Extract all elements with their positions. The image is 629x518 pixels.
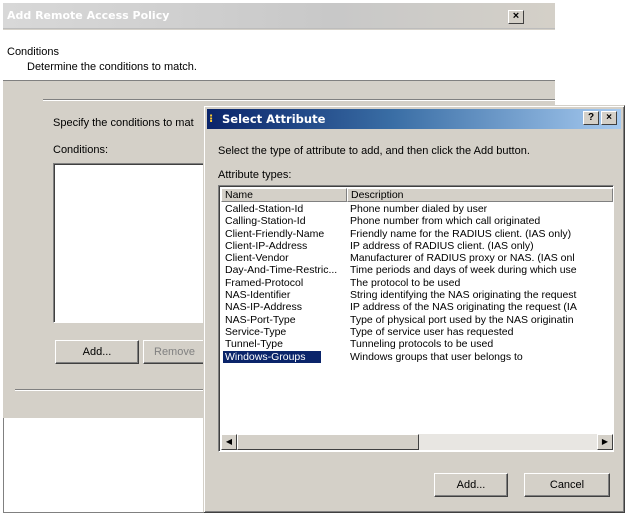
- attribute-name-cell: Calling-Station-Id: [225, 215, 306, 228]
- dialog-app-icon: ⁝: [209, 113, 214, 125]
- attribute-types-label: Attribute types:: [218, 169, 292, 181]
- header-title: Conditions: [7, 46, 59, 58]
- conditions-label: Conditions:: [53, 144, 109, 156]
- table-row[interactable]: Client-IP-Address IP address of RADIUS cl…: [221, 240, 613, 252]
- attribute-description-cell: Time periods and days of week during whi…: [350, 264, 577, 277]
- table-row[interactable]: NAS-Port-Type Type of physical port used …: [221, 314, 613, 326]
- column-header-description[interactable]: Description: [347, 188, 613, 202]
- attribute-name-cell: NAS-IP-Address: [225, 301, 303, 314]
- attribute-description-cell: Type of physical port used by the NAS or…: [350, 313, 574, 326]
- list-rows: Called-Station-Id Phone number dialed by …: [221, 203, 613, 363]
- attribute-types-list[interactable]: Name Description Called-Station-Id Phone …: [218, 185, 614, 452]
- dialog-title: Select Attribute: [222, 112, 326, 126]
- attribute-name-cell: Framed-Protocol: [225, 276, 304, 289]
- attribute-description-cell: IP address of the NAS originating the re…: [350, 301, 577, 314]
- table-row[interactable]: Called-Station-Id Phone number dialed by …: [221, 203, 613, 215]
- table-row[interactable]: Framed-Protocol The protocol to be used: [221, 277, 613, 289]
- attribute-name-cell: Client-Friendly-Name: [225, 227, 325, 240]
- attribute-name-cell: Windows-Groups: [223, 350, 321, 363]
- column-header-name[interactable]: Name: [221, 188, 347, 202]
- conditions-list[interactable]: [53, 163, 213, 323]
- table-row[interactable]: Day-And-Time-Restric... Time periods and …: [221, 264, 613, 276]
- list-header: Name Description: [221, 188, 613, 202]
- attribute-description-cell: Friendly name for the RADIUS client. (IA…: [350, 227, 572, 240]
- attribute-description-cell: The protocol to be used: [350, 276, 461, 289]
- table-row[interactable]: NAS-Identifier String identifying the NAS…: [221, 289, 613, 301]
- attribute-description-cell: Manufacturer of RADIUS proxy or NAS. (IA…: [350, 252, 575, 265]
- wizard-top-divider: [43, 99, 555, 101]
- wizard-add-button[interactable]: Add...: [55, 340, 139, 364]
- help-button[interactable]: ?: [583, 111, 599, 125]
- attribute-description-cell: Tunneling protocols to be used: [350, 338, 494, 351]
- attribute-name-cell: NAS-Identifier: [225, 289, 291, 302]
- specify-conditions-text: Specify the conditions to mat: [53, 117, 194, 129]
- table-row[interactable]: Service-Type Type of service user has req…: [221, 326, 613, 338]
- horizontal-scrollbar[interactable]: ◀ ▶: [221, 434, 613, 450]
- table-row[interactable]: Tunnel-Type Tunneling protocols to be use…: [221, 338, 613, 350]
- select-attribute-dialog: ⁝ Select Attribute ? × Select the type o…: [203, 105, 625, 513]
- wizard-title: Add Remote Access Policy: [7, 9, 170, 22]
- scroll-right-icon[interactable]: ▶: [597, 434, 613, 450]
- attribute-name-cell: Client-Vendor: [225, 252, 289, 265]
- attribute-description-cell: Phone number from which call originated: [350, 215, 541, 228]
- attribute-description-cell: Type of service user has requested: [350, 325, 514, 338]
- cancel-button[interactable]: Cancel: [524, 473, 610, 497]
- dialog-instruction: Select the type of attribute to add, and…: [218, 145, 530, 157]
- add-button[interactable]: Add...: [434, 473, 508, 497]
- attribute-name-cell: Called-Station-Id: [225, 203, 304, 215]
- attribute-name-cell: NAS-Port-Type: [225, 313, 296, 326]
- table-row[interactable]: Client-Friendly-Name Friendly name for th…: [221, 228, 613, 240]
- dialog-title-bar[interactable]: ⁝ Select Attribute ? ×: [207, 109, 621, 129]
- attribute-name-cell: Day-And-Time-Restric...: [225, 264, 338, 277]
- attribute-description-cell: Phone number dialed by user: [350, 203, 488, 215]
- wizard-close-button[interactable]: ×: [508, 10, 524, 24]
- attribute-description-cell: IP address of RADIUS client. (IAS only): [350, 239, 534, 252]
- scroll-thumb[interactable]: [237, 434, 419, 450]
- attribute-name-cell: Client-IP-Address: [225, 239, 308, 252]
- attribute-description-cell: String identifying the NAS originating t…: [350, 289, 577, 302]
- wizard-header: Conditions Determine the conditions to m…: [3, 30, 555, 81]
- wizard-title-bar[interactable]: Add Remote Access Policy ×: [3, 3, 555, 29]
- attribute-description-cell: Windows groups that user belongs to: [350, 350, 523, 363]
- table-row[interactable]: Windows-Groups Windows groups that user b…: [221, 350, 613, 363]
- attribute-name-cell: Service-Type: [225, 325, 287, 338]
- scroll-left-icon[interactable]: ◀: [221, 434, 237, 450]
- table-row[interactable]: Calling-Station-Id Phone number from whic…: [221, 215, 613, 227]
- attribute-name-cell: Tunnel-Type: [225, 338, 283, 351]
- table-row[interactable]: Client-Vendor Manufacturer of RADIUS prox…: [221, 252, 613, 264]
- header-subtitle: Determine the conditions to match.: [27, 61, 197, 73]
- table-row[interactable]: NAS-IP-Address IP address of the NAS orig…: [221, 301, 613, 313]
- dialog-close-button[interactable]: ×: [601, 111, 617, 125]
